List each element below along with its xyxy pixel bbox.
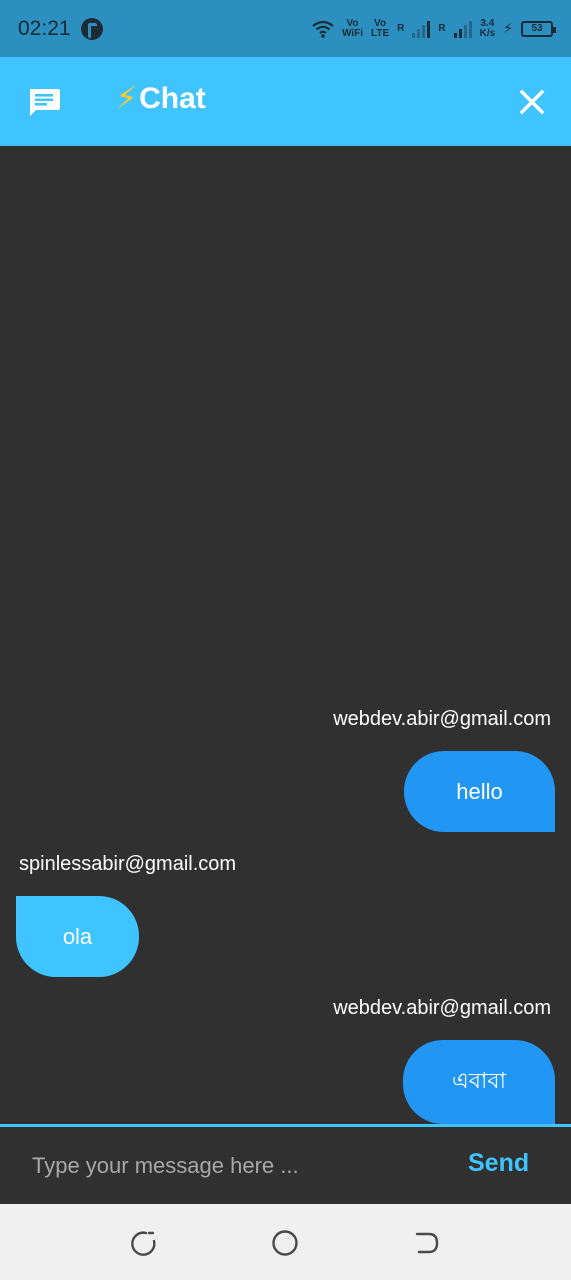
app-bar: ⚡ Chat <box>0 57 571 146</box>
roaming-label-2: R <box>438 22 446 34</box>
home-icon[interactable] <box>271 1229 299 1257</box>
message-composer: Send <box>0 1127 571 1204</box>
network-speed: 3.4 K/s <box>479 17 496 39</box>
back-icon[interactable] <box>413 1229 441 1257</box>
vowifi-label: Vo WiFi <box>341 17 363 39</box>
volte-label: Vo LTE <box>370 17 390 39</box>
status-time: 02:21 <box>18 16 71 40</box>
status-indicators: Vo WiFi Vo LTE R R 3.4 K/s ⚡ 53 <box>312 17 556 39</box>
status-bar: 02:21 Vo WiFi Vo LTE R R 3.4 K/s ⚡ 53 <box>0 0 571 57</box>
signal-icon-1 <box>412 20 431 38</box>
vowifi-top: Vo <box>346 17 359 29</box>
message-text: ola <box>62 923 93 949</box>
chat-bubble-icon[interactable] <box>27 87 61 119</box>
message-text: এবাবা <box>452 1068 506 1094</box>
wifi-icon <box>312 20 334 38</box>
charging-icon: ⚡ <box>503 20 513 36</box>
message-bubble-received[interactable]: ola <box>16 896 139 977</box>
send-button[interactable]: Send <box>468 1149 529 1178</box>
vowifi-bottom: WiFi <box>341 27 363 39</box>
recent-apps-icon[interactable] <box>129 1229 157 1257</box>
message-bubble-sent[interactable]: এবাবা <box>403 1040 555 1124</box>
message-bubble-sent[interactable]: hello <box>404 751 555 832</box>
system-nav-bar <box>0 1204 571 1280</box>
close-icon[interactable] <box>517 87 547 117</box>
battery-level: 53 <box>531 23 543 34</box>
battery-icon: 53 <box>521 20 556 37</box>
volte-bottom: LTE <box>370 27 390 39</box>
signal-icon-2 <box>453 20 472 38</box>
message-sender: webdev.abir@gmail.com <box>333 708 551 730</box>
message-list[interactable]: webdev.abir@gmail.com hello spinlessabir… <box>0 146 571 1124</box>
app-title: ⚡ Chat <box>116 81 206 116</box>
speed-value: 3.4 <box>480 17 495 29</box>
lightning-icon: ⚡ <box>116 82 138 115</box>
speed-unit: K/s <box>479 27 496 39</box>
message-text: hello <box>456 778 503 804</box>
message-sender: webdev.abir@gmail.com <box>333 997 551 1019</box>
message-input[interactable] <box>32 1147 432 1185</box>
volte-top: Vo <box>374 17 387 29</box>
page-title: Chat <box>139 81 206 115</box>
notification-app-icon <box>80 17 103 40</box>
roaming-label-1: R <box>397 22 405 34</box>
message-sender: spinlessabir@gmail.com <box>19 853 237 875</box>
